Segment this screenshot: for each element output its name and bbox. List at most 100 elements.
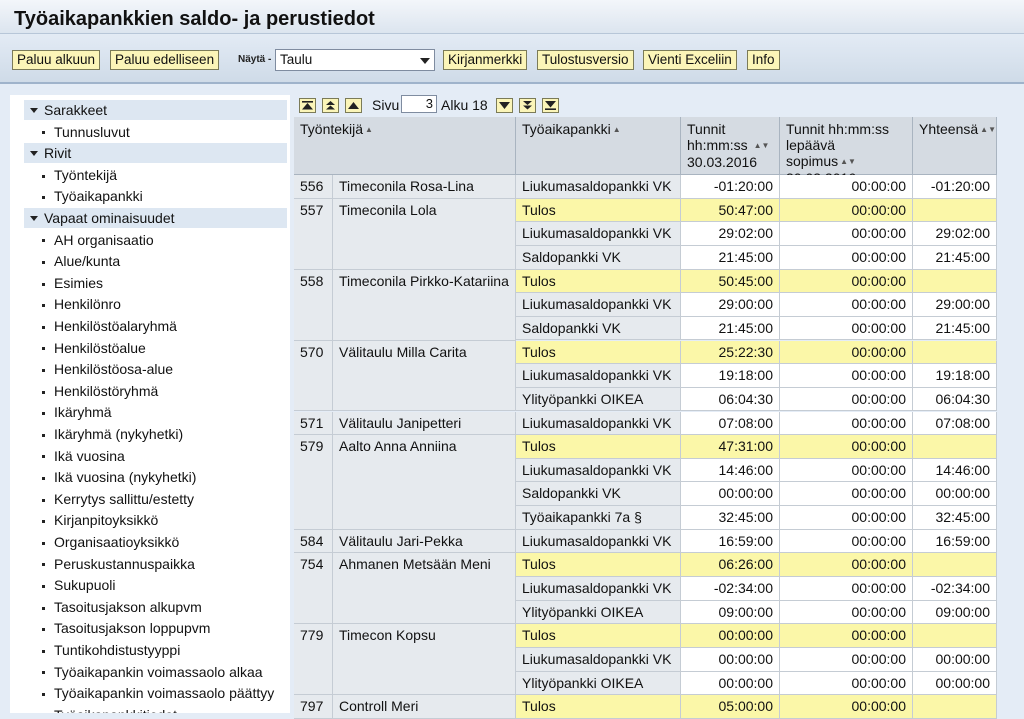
- page-number-input[interactable]: 3: [401, 95, 437, 113]
- bookmark-button[interactable]: Kirjanmerkki: [443, 50, 528, 70]
- header-total[interactable]: Yhteensä ▲▼: [913, 117, 997, 175]
- hours-cell: [913, 269, 997, 294]
- header-resting-contract[interactable]: Tunnit hh:mm:ss lepäävä sopimus▲▼ 30.03.…: [780, 117, 913, 186]
- export-excel-button[interactable]: Vienti Exceliin: [643, 50, 737, 70]
- sidebar-item[interactable]: Henkilöstöryhmä: [24, 381, 287, 401]
- hours-cell: 21:45:00: [681, 316, 780, 341]
- last-page-button[interactable]: [542, 98, 559, 113]
- sort-icon[interactable]: ▲▼: [754, 141, 770, 150]
- hours-cell: 00:00:00: [780, 553, 913, 577]
- bank-cell: Tulos: [516, 198, 681, 223]
- sidebar-item[interactable]: Kirjanpitoyksikkö: [24, 510, 287, 530]
- hours-cell: 00:00:00: [780, 222, 913, 246]
- header-hours[interactable]: Tunnit hh:mm:ss ▲▼ 30.03.2016: [681, 117, 780, 175]
- sidebar-item[interactable]: Kerrytys sallittu/estetty: [24, 489, 287, 509]
- show-label: Näytä -: [238, 54, 272, 65]
- next-page-button[interactable]: [496, 98, 513, 113]
- print-version-button[interactable]: Tulostusversio: [537, 50, 634, 70]
- sidebar-item[interactable]: Esimies: [24, 273, 287, 293]
- hours-cell: 00:00:00: [913, 482, 997, 507]
- bullet-icon: [42, 196, 45, 200]
- sidebar-item[interactable]: Työaikapankki: [24, 186, 287, 206]
- sort-icon[interactable]: ▲: [613, 125, 621, 134]
- sidebar-item-label: Henkilöstöalaryhmä: [54, 318, 177, 334]
- hours-cell: 29:00:00: [913, 293, 997, 317]
- sidebar-item-label: Peruskustannuspaikka: [54, 555, 195, 572]
- hours-cell: 00:00:00: [780, 695, 913, 719]
- sidebar-item[interactable]: Tasoitusjakson alkupvm: [24, 597, 287, 617]
- sidebar-section-1[interactable]: Rivit: [24, 143, 287, 164]
- sidebar-item[interactable]: Henkilöstöalue: [24, 338, 287, 358]
- expand-triangle-icon[interactable]: [30, 216, 38, 222]
- next-page-fast-button[interactable]: [519, 98, 536, 113]
- sort-icon[interactable]: ▲▼: [980, 125, 996, 134]
- hours-cell: 00:00:00: [780, 671, 913, 696]
- bullet-icon: [42, 131, 45, 135]
- employee-name-cell: Välitaulu Milla Carita: [333, 340, 516, 412]
- hours-cell: 50:47:00: [681, 198, 780, 223]
- bank-cell: Liukumasaldopankki VK: [516, 458, 681, 483]
- sidebar-item[interactable]: Alue/kunta: [24, 251, 287, 271]
- sidebar-item[interactable]: Ikä vuosina: [24, 446, 287, 466]
- hours-cell: 00:00:00: [780, 269, 913, 294]
- hours-cell: 00:00:00: [780, 364, 913, 388]
- hours-cell: 00:00:00: [780, 411, 913, 436]
- employee-name-cell: Timeconila Rosa-Lina: [333, 175, 516, 199]
- hours-cell: 00:00:00: [780, 175, 913, 199]
- sidebar-item-label: Esimies: [54, 274, 104, 291]
- sort-icon[interactable]: ▲▼: [840, 157, 856, 166]
- sidebar-item[interactable]: AH organisaatio: [24, 230, 287, 250]
- hours-cell: 00:00:00: [780, 624, 913, 648]
- header-total-label: Yhteensä: [919, 121, 979, 137]
- sidebar-item-label: Työntekijä: [54, 166, 118, 183]
- view-select[interactable]: Taulu: [275, 49, 435, 71]
- sidebar-item[interactable]: Tasoitusjakson loppupvm: [24, 618, 287, 638]
- bullet-icon: [42, 541, 45, 545]
- employee-name-cell: Välitaulu Janipetteri: [333, 411, 516, 436]
- back-to-start-button[interactable]: Paluu alkuun: [12, 50, 101, 70]
- bullet-icon: [42, 584, 45, 588]
- expand-triangle-icon[interactable]: [30, 151, 38, 157]
- employee-id-cell: 570: [294, 340, 333, 412]
- back-to-previous-button[interactable]: Paluu edelliseen: [110, 50, 220, 70]
- sidebar-item-label: Henkilöstöalue: [54, 339, 146, 356]
- sidebar-item[interactable]: Työaikapankkitiedot: [24, 705, 287, 713]
- sidebar-section-0[interactable]: Sarakkeet: [24, 100, 287, 120]
- bullet-icon: [42, 282, 45, 286]
- expand-triangle-icon[interactable]: [30, 108, 38, 114]
- sidebar-item-label: Tasoitusjakson loppupvm: [54, 620, 211, 637]
- sidebar-item[interactable]: Tuntikohdistustyyppi: [24, 640, 287, 660]
- header-employee[interactable]: Työntekijä ▲: [294, 117, 516, 175]
- sidebar-item[interactable]: Henkilönro: [24, 294, 287, 314]
- start-label: Alku 18: [441, 97, 488, 113]
- employee-name-cell: Controll Meri: [333, 695, 516, 719]
- sidebar-item-label: Kerrytys sallittu/estetty: [54, 490, 195, 507]
- bullet-icon: [42, 455, 45, 459]
- sidebar-section-2[interactable]: Vapaat ominaisuudet: [24, 208, 287, 228]
- sidebar-item[interactable]: Työntekijä: [24, 165, 287, 185]
- sidebar-item[interactable]: Peruskustannuspaikka: [24, 554, 287, 574]
- sidebar-item[interactable]: Organisaatioyksikkö: [24, 532, 287, 552]
- sidebar-item[interactable]: Sukupuoli: [24, 575, 287, 595]
- sidebar-item[interactable]: Työaikapankin voimassaolo päättyy: [24, 683, 287, 703]
- view-select-value: Taulu: [280, 52, 313, 67]
- sidebar-item[interactable]: Ikä vuosina (nykyhetki): [24, 467, 287, 487]
- sort-icon[interactable]: ▲: [365, 125, 373, 134]
- sidebar-item[interactable]: Ikäryhmä (nykyhetki): [24, 424, 287, 444]
- previous-page-fast-button[interactable]: [322, 98, 339, 113]
- bank-cell: Liukumasaldopankki VK: [516, 222, 681, 246]
- sidebar-item[interactable]: Työaikapankin voimassaolo alkaa: [24, 662, 287, 682]
- sidebar-item[interactable]: Tunnusluvut: [24, 122, 287, 142]
- title-bar: Työaikapankkien saldo- ja perustiedot: [0, 0, 1024, 34]
- employee-id-cell: 558: [294, 269, 333, 341]
- first-page-button[interactable]: [299, 98, 316, 113]
- header-bank[interactable]: Työaikapankki ▲: [516, 117, 681, 175]
- sidebar-item[interactable]: Henkilöstöalaryhmä: [24, 316, 287, 336]
- previous-page-button[interactable]: [345, 98, 362, 113]
- header-hours-line2: hh:mm:ss ▲▼: [687, 137, 770, 153]
- sidebar-item[interactable]: Ikäryhmä: [24, 402, 287, 422]
- bullet-icon: [42, 325, 45, 329]
- info-button[interactable]: Info: [747, 50, 780, 70]
- hours-cell: 00:00:00: [913, 648, 997, 672]
- sidebar-item[interactable]: Henkilöstöosa-alue: [24, 359, 287, 379]
